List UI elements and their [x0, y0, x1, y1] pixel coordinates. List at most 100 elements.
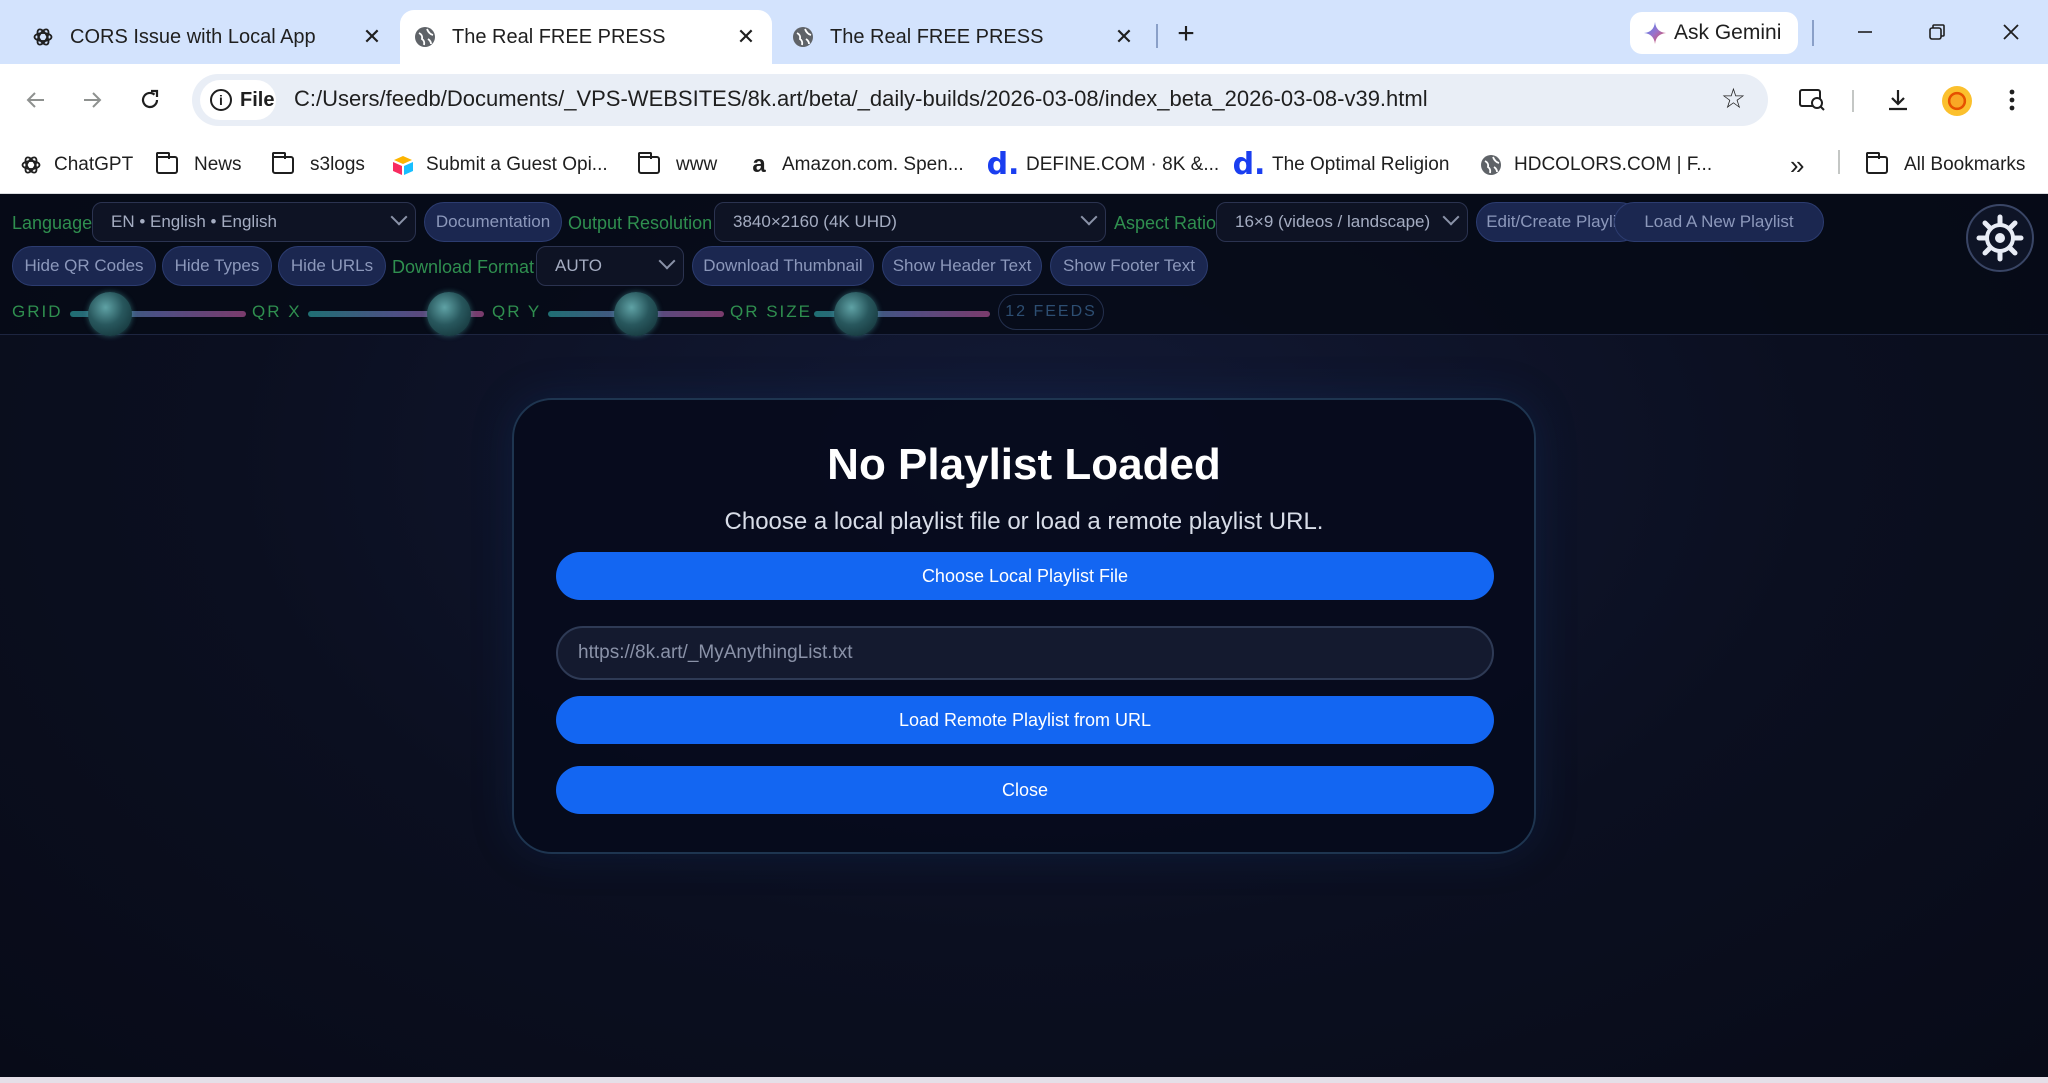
download-icon[interactable]	[1878, 80, 1918, 120]
back-arrow-icon[interactable]	[14, 78, 58, 122]
define-d-icon: d.	[1232, 147, 1266, 182]
control-panel: Language EN • English • English Document…	[0, 194, 2048, 336]
separator	[1838, 150, 1840, 174]
globe-icon	[414, 26, 436, 48]
bookmark-label: Amazon.com. Spen...	[782, 154, 964, 175]
no-playlist-modal: No Playlist Loaded Choose a local playli…	[512, 398, 1536, 854]
download-format-label: Download Format	[392, 257, 535, 277]
modal-title: No Playlist Loaded	[827, 440, 1221, 489]
tab-cors-issue[interactable]: CORS Issue with Local App ✕	[0, 10, 398, 64]
info-icon: i	[210, 89, 232, 111]
globe-icon	[792, 26, 814, 48]
bookmark-define[interactable]: d. DEFINE.COM · 8K &...	[986, 147, 1220, 182]
file-chip-label: File	[240, 88, 275, 111]
choose-local-playlist-button[interactable]: Choose Local Playlist File	[556, 552, 1494, 600]
bookmark-news[interactable]: News	[156, 148, 242, 182]
profile-avatar[interactable]	[1942, 86, 1972, 116]
hide-qr-codes-button[interactable]: Hide QR Codes	[12, 246, 156, 286]
settings-gear-button[interactable]	[1966, 204, 2034, 272]
globe-icon	[1480, 154, 1502, 176]
airtable-icon	[392, 154, 414, 176]
bookmark-star-icon[interactable]: ☆	[1721, 82, 1746, 115]
openai-icon	[20, 154, 42, 176]
bookmark-label: HDCOLORS.COM | F...	[1514, 154, 1713, 175]
modal-subtitle: Choose a local playlist file or load a r…	[724, 508, 1324, 535]
output-resolution-select[interactable]: 3840×2160 (4K UHD)	[714, 202, 1106, 242]
language-select[interactable]: EN • English • English	[92, 202, 416, 242]
all-bookmarks-label: All Bookmarks	[1904, 154, 2026, 175]
tab-real-free-press-active[interactable]: The Real FREE PRESS ✕	[400, 10, 772, 64]
output-resolution-label: Output Resolution	[568, 213, 713, 233]
tab-real-free-press[interactable]: The Real FREE PRESS ✕	[778, 10, 1150, 64]
show-header-text-button[interactable]: Show Header Text	[882, 246, 1042, 286]
reload-icon[interactable]	[128, 78, 172, 122]
show-footer-text-button[interactable]: Show Footer Text	[1050, 246, 1208, 286]
close-tab-icon[interactable]: ✕	[1108, 21, 1140, 53]
load-new-playlist-button[interactable]: Load A New Playlist	[1614, 202, 1824, 242]
separator	[1812, 20, 1814, 46]
language-value: EN • English • English	[111, 212, 277, 231]
bookmark-chatgpt[interactable]: ChatGPT	[20, 148, 133, 182]
bookmark-amazon[interactable]: a Amazon.com. Spen...	[748, 148, 964, 182]
output-resolution-value: 3840×2160 (4K UHD)	[733, 212, 897, 231]
bookmark-s3logs[interactable]: s3logs	[272, 148, 365, 182]
aspect-ratio-select[interactable]: 16×9 (videos / landscape)	[1216, 202, 1468, 242]
close-tab-icon[interactable]: ✕	[356, 21, 388, 53]
tab-title: The Real FREE PRESS	[830, 25, 1044, 48]
more-bookmarks-chevron-icon[interactable]: »	[1790, 148, 1804, 182]
download-thumbnail-button[interactable]: Download Thumbnail	[692, 246, 874, 286]
folder-icon	[1866, 152, 1888, 176]
define-d-icon: d.	[986, 147, 1020, 182]
bookmark-label: The Optimal Religion	[1272, 154, 1450, 175]
bookmark-label: ChatGPT	[54, 154, 134, 175]
hide-urls-button[interactable]: Hide URLs	[278, 246, 386, 286]
qr-size-slider-knob[interactable]	[834, 292, 879, 336]
folder-icon	[638, 152, 660, 176]
folder-icon	[272, 152, 294, 176]
separator	[1852, 90, 1854, 112]
amazon-icon: a	[752, 151, 766, 178]
qr-x-slider-knob[interactable]	[426, 292, 471, 336]
close-tab-icon[interactable]: ✕	[730, 21, 762, 53]
chevron-down-icon	[390, 208, 408, 226]
bookmark-submit-guest[interactable]: Submit a Guest Opi...	[392, 148, 608, 182]
site-info-chip[interactable]: i File	[200, 80, 276, 120]
bookmark-optimal-religion[interactable]: d. The Optimal Religion	[1232, 147, 1450, 182]
qr-y-slider-label: QR Y	[492, 302, 542, 321]
qr-y-slider-knob[interactable]	[614, 292, 658, 336]
bookmark-label: www	[676, 154, 718, 175]
bookmark-www[interactable]: www	[638, 148, 717, 182]
minimize-icon[interactable]	[1840, 12, 1890, 52]
forward-arrow-icon[interactable]	[70, 78, 114, 122]
new-tab-button[interactable]: +	[1168, 16, 1204, 52]
bottom-edge	[0, 1077, 2048, 1083]
bookmark-label: DEFINE.COM · 8K &...	[1026, 154, 1220, 175]
gear-icon	[1976, 214, 2024, 262]
openai-icon	[32, 26, 54, 48]
app-viewport: Language EN • English • English Document…	[0, 194, 2048, 1077]
bookmark-hdcolors[interactable]: HDCOLORS.COM | F...	[1480, 148, 1712, 182]
ask-gemini-button[interactable]: Ask Gemini	[1630, 12, 1798, 54]
documentation-button[interactable]: Documentation	[424, 202, 562, 242]
qr-x-slider-label: QR X	[252, 302, 302, 321]
aspect-ratio-label: Aspect Ratio	[1114, 213, 1217, 233]
kebab-menu-icon[interactable]	[1992, 80, 2032, 120]
feeds-count-badge: 12 FEEDS	[998, 294, 1104, 330]
search-tab-icon[interactable]	[1792, 80, 1832, 120]
load-remote-playlist-button[interactable]: Load Remote Playlist from URL	[556, 696, 1494, 744]
tab-title: The Real FREE PRESS	[452, 25, 666, 48]
chevron-down-icon	[1080, 208, 1098, 226]
grid-slider-label: GRID	[12, 302, 63, 321]
aspect-ratio-value: 16×9 (videos / landscape)	[1235, 212, 1431, 231]
hide-types-button[interactable]: Hide Types	[162, 246, 272, 286]
restore-icon[interactable]	[1912, 12, 1962, 52]
close-window-icon[interactable]	[1986, 12, 2036, 52]
playlist-url-input[interactable]	[556, 626, 1494, 680]
close-modal-button[interactable]: Close	[556, 766, 1494, 814]
language-label: Language	[12, 213, 93, 233]
grid-slider-knob[interactable]	[88, 292, 133, 336]
url-text[interactable]: C:/Users/feedb/Documents/_VPS-WEBSITES/8…	[294, 86, 1428, 112]
all-bookmarks-button[interactable]: All Bookmarks	[1866, 148, 2025, 182]
download-format-select[interactable]: AUTO	[536, 246, 684, 286]
address-bar[interactable]: i File C:/Users/feedb/Documents/_VPS-WEB…	[192, 74, 1768, 126]
